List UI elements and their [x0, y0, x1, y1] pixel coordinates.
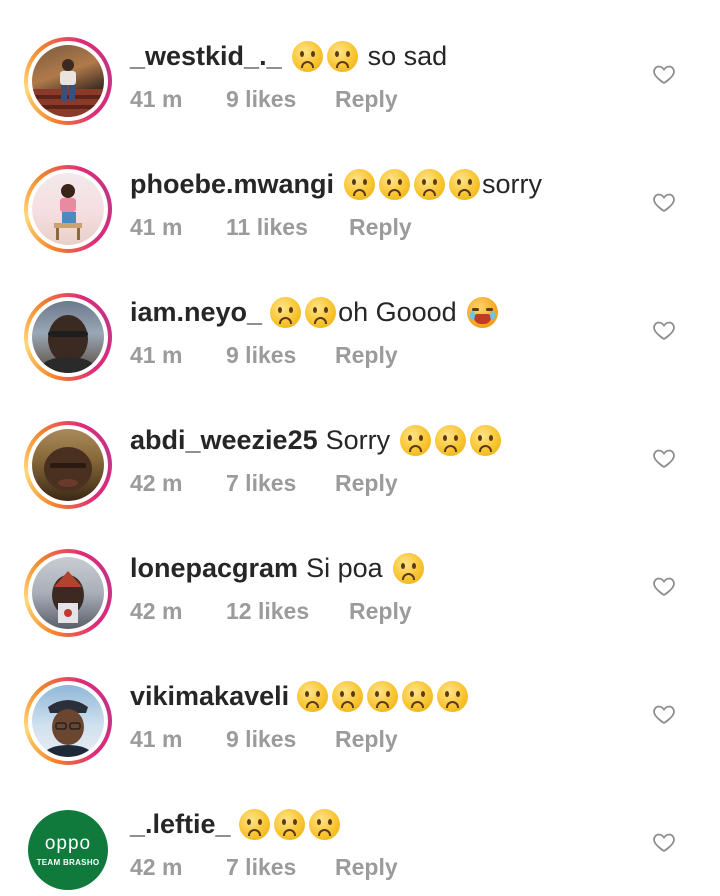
comment-time: 42 m: [130, 598, 183, 624]
comment-item: oppo TEAM BRASHO _.leftie_ 42 m 7 likes …: [0, 768, 720, 896]
heart-outline-icon[interactable]: [652, 446, 676, 470]
avatar[interactable]: oppo TEAM BRASHO: [28, 810, 108, 890]
comment-item: iam.neyo_ oh Goood 41 m 9 likes Reply: [0, 256, 720, 384]
reply-button[interactable]: Reply: [335, 470, 398, 497]
sad-face-icon: [273, 808, 305, 840]
likes-count[interactable]: 12 likes: [226, 598, 309, 625]
username-link[interactable]: phoebe.mwangi: [130, 169, 334, 200]
comment-line: iam.neyo_ oh Goood: [130, 295, 500, 329]
avatar[interactable]: [32, 429, 104, 501]
comment-time: 41 m: [130, 342, 183, 368]
heart-outline-icon[interactable]: [652, 318, 676, 342]
avatar-image: [52, 571, 84, 623]
comment-line: _westkid_._ so sad: [130, 39, 447, 73]
crying-face-icon: [466, 296, 498, 328]
reply-button[interactable]: Reply: [335, 342, 398, 369]
username-link[interactable]: iam.neyo_: [130, 297, 262, 328]
reply-button[interactable]: Reply: [335, 86, 398, 113]
reply-button[interactable]: Reply: [349, 598, 412, 625]
avatar[interactable]: [32, 557, 104, 629]
sad-face-icon: [414, 168, 446, 200]
comment-line: phoebe.mwangi sorry: [130, 167, 542, 201]
story-ring[interactable]: [24, 421, 112, 509]
avatar-image: [32, 59, 104, 117]
sad-face-icon: [435, 424, 467, 456]
sad-face-icon: [308, 808, 340, 840]
comments-list: _westkid_._ so sad 41 m 9 likes Reply ph…: [0, 0, 720, 896]
heart-outline-icon[interactable]: [652, 62, 676, 86]
comment-line: vikimakaveli: [130, 679, 470, 713]
reply-button[interactable]: Reply: [335, 726, 398, 753]
comment-line: abdi_weezie25 Sorry: [130, 423, 503, 457]
reply-button[interactable]: Reply: [335, 854, 398, 881]
avatar-image: [42, 315, 94, 373]
avatar[interactable]: [32, 685, 104, 757]
likes-count[interactable]: 7 likes: [226, 854, 296, 881]
heart-outline-icon[interactable]: [652, 702, 676, 726]
sad-face-icon: [326, 40, 358, 72]
username-link[interactable]: _westkid_._: [130, 41, 282, 72]
avatar-image: [44, 700, 92, 757]
sad-face-icon: [400, 424, 432, 456]
sad-face-icon: [305, 296, 337, 328]
sad-face-icon: [367, 680, 399, 712]
likes-count[interactable]: 11 likes: [226, 214, 308, 241]
comment-item: vikimakaveli 41 m 9 likes Reply: [0, 640, 720, 768]
sad-face-icon: [297, 680, 329, 712]
story-ring[interactable]: [24, 37, 112, 125]
reply-button[interactable]: Reply: [349, 214, 412, 241]
comment-text: so sad: [367, 40, 448, 71]
sad-face-icon: [332, 680, 364, 712]
comment-text: Sorry: [325, 424, 391, 455]
username-link[interactable]: vikimakaveli: [130, 681, 289, 712]
comment-line: lonepacgram Si poa: [130, 551, 426, 585]
avatar[interactable]: [32, 301, 104, 373]
comment-time: 42 m: [130, 470, 183, 496]
comment-item: abdi_weezie25 Sorry 42 m 7 likes Reply: [0, 384, 720, 512]
oppo-logo: oppo: [44, 832, 92, 854]
comment-text: sorry: [482, 168, 543, 199]
avatar-subtext: TEAM BRASHO: [36, 857, 100, 867]
username-link[interactable]: lonepacgram: [130, 553, 298, 584]
avatar-image: [44, 447, 92, 491]
sad-face-icon: [437, 680, 469, 712]
likes-count[interactable]: 9 likes: [226, 86, 296, 113]
comment-text: oh Goood: [338, 296, 457, 327]
comment-item: lonepacgram Si poa 42 m 12 likes Reply: [0, 512, 720, 640]
sad-face-icon: [449, 168, 481, 200]
sad-face-icon: [291, 40, 323, 72]
username-link[interactable]: _.leftie_: [130, 809, 231, 840]
comment-item: _westkid_._ so sad 41 m 9 likes Reply: [0, 0, 720, 128]
sad-face-icon: [238, 808, 270, 840]
comment-text: Si poa: [306, 552, 383, 583]
likes-count[interactable]: 9 likes: [226, 726, 296, 753]
comment-time: 42 m: [130, 854, 183, 880]
sad-face-icon: [270, 296, 302, 328]
comment-item: phoebe.mwangi sorry 41 m 11 likes Reply: [0, 128, 720, 256]
sad-face-icon: [379, 168, 411, 200]
comment-time: 41 m: [130, 86, 183, 112]
sad-face-icon: [344, 168, 376, 200]
likes-count[interactable]: 7 likes: [226, 470, 296, 497]
heart-outline-icon[interactable]: [652, 190, 676, 214]
heart-outline-icon[interactable]: [652, 574, 676, 598]
story-ring[interactable]: [24, 549, 112, 637]
story-ring[interactable]: [24, 165, 112, 253]
avatar-image: [54, 184, 82, 240]
story-ring[interactable]: [24, 677, 112, 765]
avatar[interactable]: [32, 173, 104, 245]
comment-time: 41 m: [130, 214, 183, 240]
likes-count[interactable]: 9 likes: [226, 342, 296, 369]
story-ring[interactable]: [24, 293, 112, 381]
sad-face-icon: [402, 680, 434, 712]
avatar[interactable]: [32, 45, 104, 117]
sad-face-icon: [392, 552, 424, 584]
username-link[interactable]: abdi_weezie25: [130, 425, 318, 456]
comment-line: _.leftie_: [130, 807, 342, 841]
comment-time: 41 m: [130, 726, 183, 752]
heart-outline-icon[interactable]: [652, 830, 676, 854]
sad-face-icon: [470, 424, 502, 456]
